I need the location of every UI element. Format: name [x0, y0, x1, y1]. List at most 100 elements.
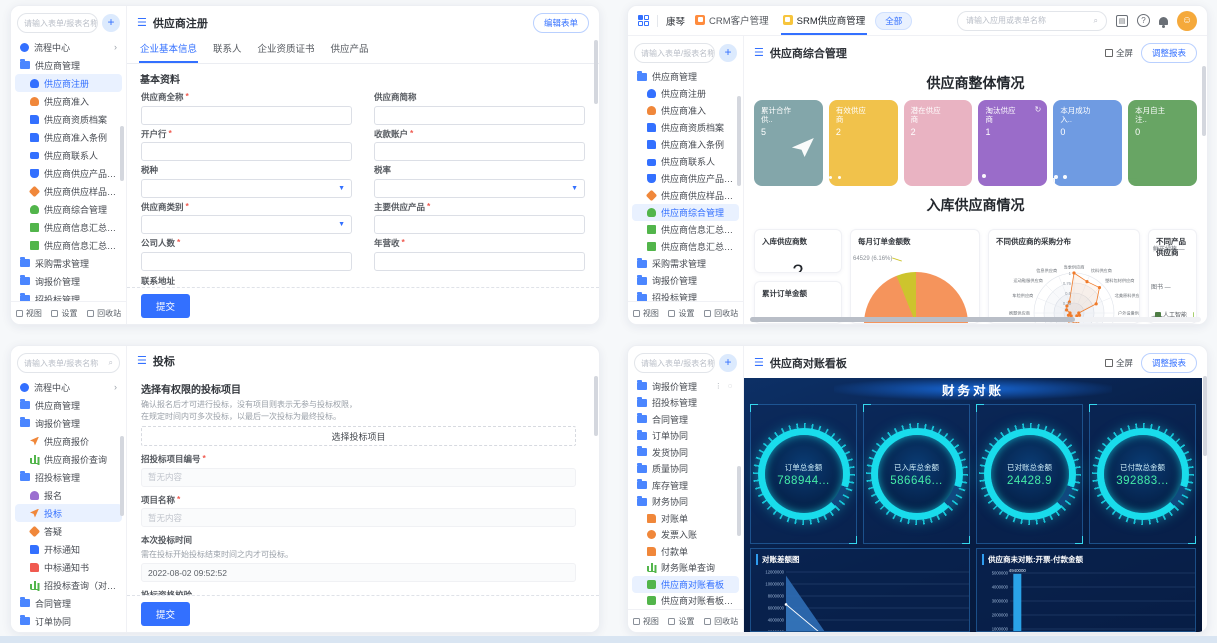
add-button[interactable]: +	[102, 14, 120, 32]
submit-button[interactable]: 提交	[141, 294, 190, 318]
field-select[interactable]: ▼	[374, 179, 585, 198]
sidebar-item[interactable]: 报名	[15, 486, 122, 504]
main-scrollbar[interactable]	[594, 376, 598, 436]
sidebar-search-input[interactable]: 请输入表单/报表名称 ⌕	[17, 13, 98, 33]
sidebar-item[interactable]: 财务协同	[632, 494, 739, 511]
sidebar-footer-item[interactable]: 设置	[51, 308, 77, 319]
add-button[interactable]: +	[719, 354, 737, 372]
add-button[interactable]: +	[719, 44, 737, 62]
sidebar-item[interactable]: 投标	[15, 504, 122, 522]
menu-icon[interactable]: ☰	[754, 358, 764, 369]
tab-1[interactable]: 联系人	[212, 38, 243, 63]
sidebar-scrollbar[interactable]	[737, 466, 741, 536]
sidebar-item[interactable]: 供应商信息汇总查询	[15, 218, 122, 236]
sidebar-search-input[interactable]: 请输入表单/报表名称⌕	[634, 43, 715, 63]
sidebar-item[interactable]: 供应商管理	[15, 396, 122, 414]
item-tools-icon[interactable]: ⋮ ◌	[715, 382, 734, 390]
submit-button[interactable]: 提交	[141, 602, 190, 626]
sidebar-item[interactable]: 订单协同	[632, 428, 739, 445]
sidebar-item[interactable]: 供应商资质档案	[632, 119, 739, 136]
sidebar-footer-item[interactable]: 回收站	[704, 616, 738, 627]
edit-report-button[interactable]: 调整报表	[1141, 353, 1197, 373]
main-scrollbar[interactable]	[594, 40, 598, 104]
sidebar-item[interactable]: 询报价管理	[632, 272, 739, 289]
fullscreen-button[interactable]: 全屏	[1105, 47, 1133, 59]
sidebar-item[interactable]: 采购需求管理	[632, 255, 739, 272]
sidebar-footer-item[interactable]: 设置	[668, 308, 694, 319]
sidebar-item[interactable]: 库存管理	[632, 477, 739, 494]
sidebar-item[interactable]: 财务账单查询	[632, 560, 739, 577]
field-input[interactable]	[374, 142, 585, 161]
sidebar-item[interactable]: 供应商准入	[632, 102, 739, 119]
sidebar-item[interactable]: 开标通知	[15, 540, 122, 558]
refresh-icon[interactable]: ↻	[1035, 105, 1042, 114]
field-input[interactable]	[141, 142, 352, 161]
app-tab[interactable]: SRM供应商管理	[781, 6, 868, 35]
sidebar-footer-item[interactable]: 视图	[16, 308, 42, 319]
sidebar-item[interactable]: 供应商联系人	[15, 146, 122, 164]
tab-3[interactable]: 供应产品	[330, 38, 370, 63]
overview-card[interactable]: 淘汰供应商1↻	[978, 100, 1047, 186]
sidebar-item[interactable]: 发货协同	[15, 630, 122, 632]
sidebar-item[interactable]: 供应商信息汇总（对...	[632, 238, 739, 255]
sidebar-item[interactable]: 合同管理	[15, 594, 122, 612]
sidebar-item[interactable]: 询报价管理	[15, 272, 122, 290]
field-input[interactable]	[374, 106, 585, 125]
sidebar-search-input[interactable]: 请输入表单/报表名称⌕	[17, 353, 120, 373]
sidebar-item[interactable]: 付款单	[632, 543, 739, 560]
apps-grid-icon[interactable]	[638, 15, 649, 26]
sidebar-item[interactable]: 供应商供应样品管理	[632, 187, 739, 204]
tab-0[interactable]: 企业基本信息	[139, 38, 198, 63]
sidebar-item[interactable]: 供应商注册	[15, 74, 122, 92]
sidebar-item[interactable]: 质量协同	[632, 461, 739, 478]
sidebar-item[interactable]: 招投标管理	[632, 289, 739, 301]
menu-icon[interactable]: ☰	[754, 48, 764, 59]
choose-project-button[interactable]: 选择投标项目	[141, 426, 576, 446]
sidebar-item[interactable]: 供应商管理	[15, 56, 122, 74]
sidebar-item[interactable]: 招投标管理	[632, 395, 739, 412]
sidebar-item[interactable]: 供应商供应样品管理	[15, 182, 122, 200]
field-value[interactable]: 2022-08-02 09:52:52	[141, 563, 576, 582]
sidebar-search-input[interactable]: 请输入表单/报表名称⌕	[634, 353, 715, 373]
tab-2[interactable]: 企业资质证书	[257, 38, 316, 63]
overview-card[interactable]: 有效供应商2	[829, 100, 898, 186]
sidebar-item[interactable]: 供应商准入条例	[15, 128, 122, 146]
app-tab[interactable]: CRM客户管理	[693, 6, 771, 35]
sidebar-item[interactable]: 供应商准入条例	[632, 136, 739, 153]
field-input[interactable]	[141, 252, 352, 271]
sidebar-item[interactable]: 供应商报价	[15, 432, 122, 450]
sidebar-item[interactable]: 流程中心›	[15, 38, 122, 56]
sidebar-item[interactable]: 发票入账	[632, 527, 739, 544]
menu-icon[interactable]: ☰	[137, 356, 147, 367]
sidebar-item[interactable]: 供应商信息汇总（对...	[15, 236, 122, 254]
sidebar-item[interactable]: 询报价管理⋮ ◌	[632, 378, 739, 395]
sidebar-item[interactable]: 供应商信息汇总查询	[632, 221, 739, 238]
bell-icon[interactable]	[1159, 17, 1168, 25]
avatar[interactable]: ☺	[1177, 11, 1197, 31]
main-scrollbar[interactable]	[1202, 66, 1206, 136]
sidebar-item[interactable]: 订单协同	[15, 612, 122, 630]
sidebar-item[interactable]: 招投标管理	[15, 290, 122, 301]
sidebar-item[interactable]: 合同管理	[632, 411, 739, 428]
help-icon[interactable]: ?	[1137, 14, 1150, 27]
field-input[interactable]	[374, 215, 585, 234]
sidebar-scrollbar[interactable]	[120, 436, 124, 516]
sidebar-item[interactable]: 供应商联系人	[632, 153, 739, 170]
sidebar-item[interactable]: 发货协同	[632, 444, 739, 461]
app-search-input[interactable]: 请输入应用或表单名称⌕	[957, 11, 1107, 31]
sidebar-footer-item[interactable]: 回收站	[87, 308, 121, 319]
sidebar-item[interactable]: 供应商对账看板（对...	[632, 593, 739, 610]
sidebar-item[interactable]: 招投标管理	[15, 468, 122, 486]
sidebar-item[interactable]: 供应商准入	[15, 92, 122, 110]
field-input[interactable]	[374, 252, 585, 271]
sidebar-item[interactable]: 采购需求管理	[15, 254, 122, 272]
overview-card[interactable]: 潜在供应商2	[904, 100, 973, 186]
sidebar-scrollbar[interactable]	[120, 126, 124, 181]
edit-report-button[interactable]: 调整报表	[1141, 43, 1197, 63]
sidebar-item[interactable]: 供应商注册	[632, 85, 739, 102]
sidebar-item[interactable]: 流程中心›	[15, 378, 122, 396]
field-value[interactable]: 暂无内容	[141, 468, 576, 487]
sidebar-item[interactable]: 供应商综合管理	[15, 200, 122, 218]
horizontal-scrollbar[interactable]	[750, 317, 1201, 322]
field-value[interactable]: 暂无内容	[141, 508, 576, 527]
